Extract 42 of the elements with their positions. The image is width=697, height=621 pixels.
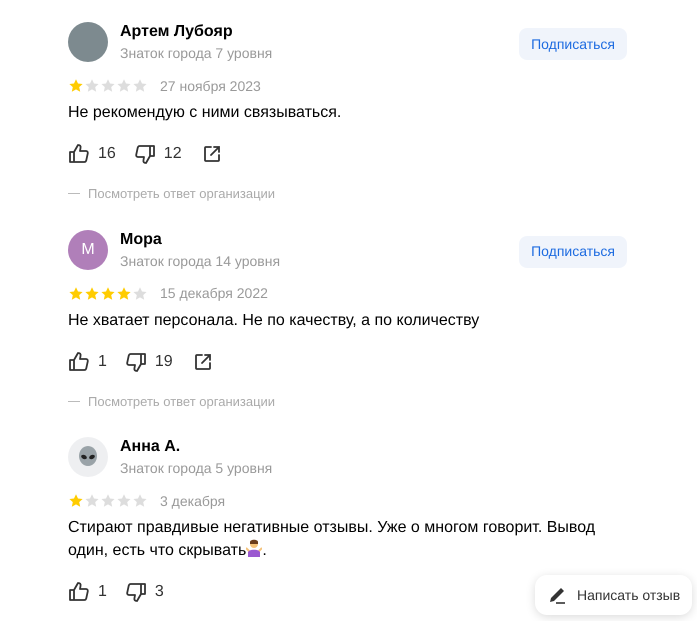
dislike-button[interactable]: 3 [124, 580, 164, 604]
like-button[interactable]: 1 [68, 350, 107, 374]
thumbs-down-icon [124, 350, 147, 372]
like-button[interactable]: 16 [68, 142, 116, 166]
author-name: Артем Лубояр [120, 22, 234, 42]
review-date: 15 декабря 2022 [160, 284, 268, 303]
share-button[interactable] [202, 144, 222, 164]
thumbs-up-icon [68, 350, 90, 372]
avatar-letter: М [68, 230, 108, 270]
filled-star-icon [116, 286, 132, 302]
review-text: Не рекомендую с ними связываться. [68, 103, 342, 123]
subscribe-button[interactable]: Подписаться [519, 28, 627, 60]
author-level: Знаток города 5 уровня [120, 459, 274, 477]
thumbs-up-icon [68, 143, 90, 165]
alien-face-icon [77, 446, 99, 468]
avatar-photo-placeholder [68, 22, 108, 62]
filled-star-icon [68, 286, 84, 302]
filled-star-icon [84, 286, 100, 302]
shrugging-person-icon [246, 539, 262, 557]
filled-star-icon [68, 78, 84, 94]
author-level: Знаток города 7 уровня [120, 44, 274, 62]
like-button[interactable]: 1 [68, 580, 107, 604]
share-button[interactable] [192, 352, 213, 372]
review-date: 27 ноября 2023 [160, 76, 261, 96]
subscribe-button[interactable]: Подписаться [519, 236, 627, 268]
thumbs-down-icon [124, 581, 147, 603]
review-text: Стирают правдивые негативные отзывы. Уже о многом говорит. Вывод один, есть что скрывать . [68, 518, 596, 561]
author-level: Знаток города 14 уровня [120, 252, 282, 270]
filled-star-icon [100, 286, 116, 302]
dislike-button[interactable]: 19 [124, 350, 173, 374]
share-icon [202, 144, 222, 164]
review-date: 3 декабря [160, 492, 226, 511]
filled-star-icon [68, 493, 84, 509]
write-review-button[interactable]: Написать отзыв [535, 575, 692, 615]
review-text: Не хватает персонала. Не по качеству, а по количеству [68, 310, 480, 330]
pencil-icon [547, 585, 567, 605]
author-name: Анна А. [120, 437, 182, 457]
thumbs-down-icon [134, 143, 156, 165]
share-icon [192, 352, 213, 372]
dislike-button[interactable]: 12 [134, 142, 182, 166]
author-name: Мора [120, 230, 163, 250]
thumbs-up-icon [68, 581, 90, 603]
